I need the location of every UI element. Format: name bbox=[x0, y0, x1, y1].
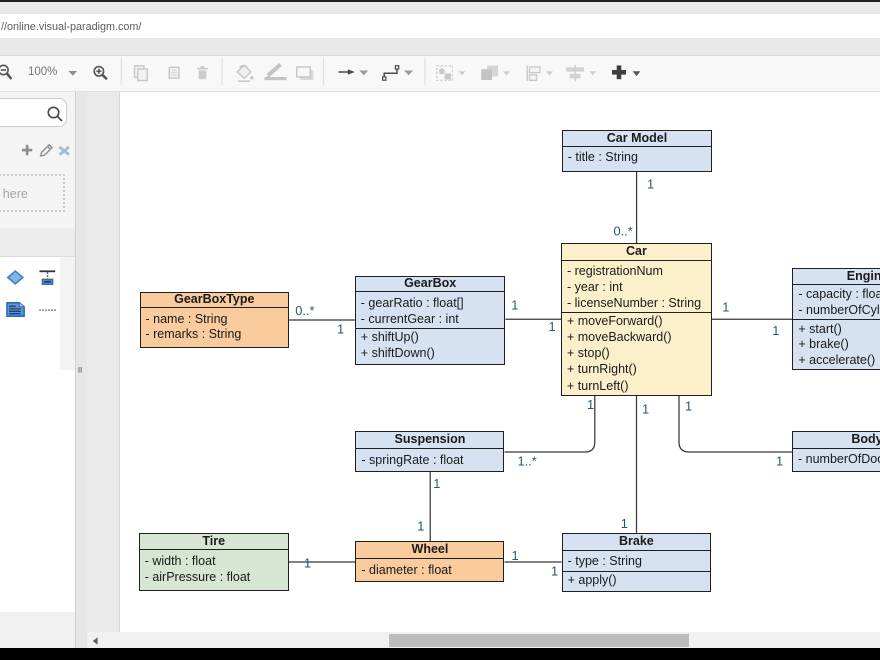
svg-text:1: 1 bbox=[621, 516, 628, 531]
svg-text:1: 1 bbox=[304, 555, 311, 570]
svg-text:1: 1 bbox=[776, 454, 783, 469]
svg-text:1: 1 bbox=[722, 299, 729, 314]
svg-text:1..*: 1..* bbox=[518, 454, 537, 469]
svg-text:1: 1 bbox=[551, 563, 558, 578]
svg-text:1: 1 bbox=[433, 476, 440, 491]
svg-text:1: 1 bbox=[772, 323, 779, 338]
svg-text:1: 1 bbox=[647, 177, 654, 192]
svg-text:1: 1 bbox=[685, 399, 692, 414]
svg-text:1: 1 bbox=[417, 519, 424, 534]
svg-text:0..*: 0..* bbox=[614, 224, 633, 239]
svg-text:1: 1 bbox=[511, 298, 518, 313]
svg-text:1: 1 bbox=[587, 397, 594, 412]
svg-text:1: 1 bbox=[512, 548, 519, 563]
svg-text:1: 1 bbox=[337, 321, 344, 336]
svg-text:0..*: 0..* bbox=[295, 303, 314, 318]
svg-text:1: 1 bbox=[642, 402, 649, 417]
svg-text:1: 1 bbox=[549, 319, 556, 334]
